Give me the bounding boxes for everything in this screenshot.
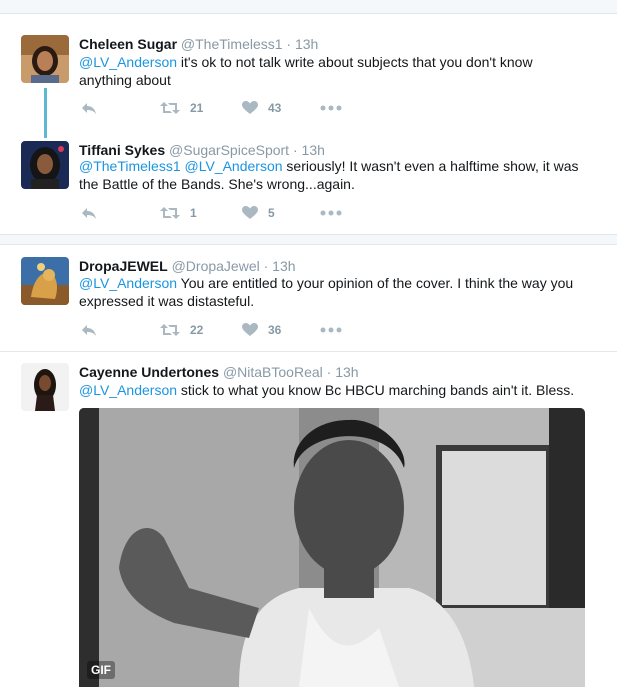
mention-link[interactable]: @LV_Anderson [79, 54, 177, 70]
retweet-button[interactable]: 22 [160, 321, 203, 339]
like-count: 43 [268, 101, 282, 115]
conversation-thread-line [44, 88, 47, 138]
avatar[interactable] [21, 141, 69, 189]
heart-icon [242, 206, 258, 219]
avatar[interactable] [21, 363, 69, 411]
display-name[interactable]: Cheleen Sugar [79, 36, 177, 52]
more-icon [320, 210, 342, 216]
retweet-icon [160, 324, 180, 336]
retweet-count: 1 [190, 206, 197, 220]
username[interactable]: @TheTimeless1 [181, 36, 283, 52]
tweet-header: DropaJEWEL @DropaJewel · 13h [79, 257, 296, 275]
more-button[interactable] [320, 99, 342, 117]
more-button[interactable] [320, 321, 342, 339]
retweet-icon [160, 207, 180, 219]
conversation-divider [0, 234, 617, 245]
more-button[interactable] [320, 204, 342, 222]
mention-link[interactable]: @LV_Anderson [79, 382, 177, 398]
like-count: 36 [268, 323, 282, 337]
timestamp[interactable]: 13h [302, 142, 325, 158]
display-name[interactable]: DropaJEWEL [79, 258, 168, 274]
separator-dot: · [326, 364, 332, 380]
reply-icon [82, 208, 96, 219]
timeline-top-divider [0, 0, 617, 14]
tweet-text: @LV_Anderson stick to what you know Bc H… [79, 381, 589, 399]
like-count: 5 [268, 206, 275, 220]
reply-button[interactable] [81, 99, 97, 117]
tweet-header: Cheleen Sugar @TheTimeless1 · 13h [79, 35, 318, 53]
username[interactable]: @SugarSpiceSport [169, 142, 289, 158]
like-button[interactable]: 43 [242, 99, 281, 117]
reply-button[interactable] [81, 204, 97, 222]
tweet-cheleen-sugar[interactable]: Cheleen Sugar @TheTimeless1 · 13h @LV_An… [0, 24, 617, 132]
heart-icon [242, 101, 258, 114]
gif-media[interactable]: GIF [79, 408, 585, 687]
timestamp[interactable]: 13h [272, 258, 295, 274]
display-name[interactable]: Cayenne Undertones [79, 364, 219, 380]
reply-icon [82, 325, 96, 336]
heart-icon [242, 323, 258, 336]
like-button[interactable]: 36 [242, 321, 281, 339]
more-icon [320, 105, 342, 111]
tweet-text: @TheTimeless1 @LV_Anderson seriously! It… [79, 157, 589, 193]
tweet-dropajewel[interactable]: DropaJEWEL @DropaJewel · 13h @LV_Anderso… [0, 246, 617, 350]
retweet-button[interactable]: 1 [160, 204, 197, 222]
avatar[interactable] [21, 257, 69, 305]
tweet-text: @LV_Anderson it's ok to not talk write a… [79, 53, 589, 89]
tweet-text: @LV_Anderson You are entitled to your op… [79, 274, 589, 310]
avatar[interactable] [21, 35, 69, 83]
mention-link[interactable]: @LV_Anderson [79, 275, 177, 291]
separator-dot: · [263, 258, 269, 274]
username[interactable]: @DropaJewel [172, 258, 260, 274]
display-name[interactable]: Tiffani Sykes [79, 142, 165, 158]
like-button[interactable]: 5 [242, 204, 275, 222]
username[interactable]: @NitaBTooReal [223, 364, 323, 380]
tweet-body: stick to what you know Bc HBCU marching … [177, 382, 575, 398]
gif-badge: GIF [87, 661, 115, 679]
tweet-tiffani-sykes[interactable]: Tiffani Sykes @SugarSpiceSport · 13h @Th… [0, 132, 617, 232]
retweet-count: 22 [190, 323, 204, 337]
reply-button[interactable] [81, 321, 97, 339]
retweet-button[interactable]: 21 [160, 99, 203, 117]
reply-icon [82, 103, 96, 114]
gif-image [79, 408, 585, 687]
mention-link[interactable]: @TheTimeless1 @LV_Anderson [79, 158, 283, 174]
more-icon [320, 327, 342, 333]
timestamp[interactable]: 13h [295, 36, 318, 52]
separator-dot: · [292, 142, 298, 158]
tweet-header: Cayenne Undertones @NitaBTooReal · 13h [79, 363, 359, 381]
timestamp[interactable]: 13h [335, 364, 358, 380]
retweet-count: 21 [190, 101, 204, 115]
retweet-icon [160, 102, 180, 114]
separator-dot: · [286, 36, 292, 52]
